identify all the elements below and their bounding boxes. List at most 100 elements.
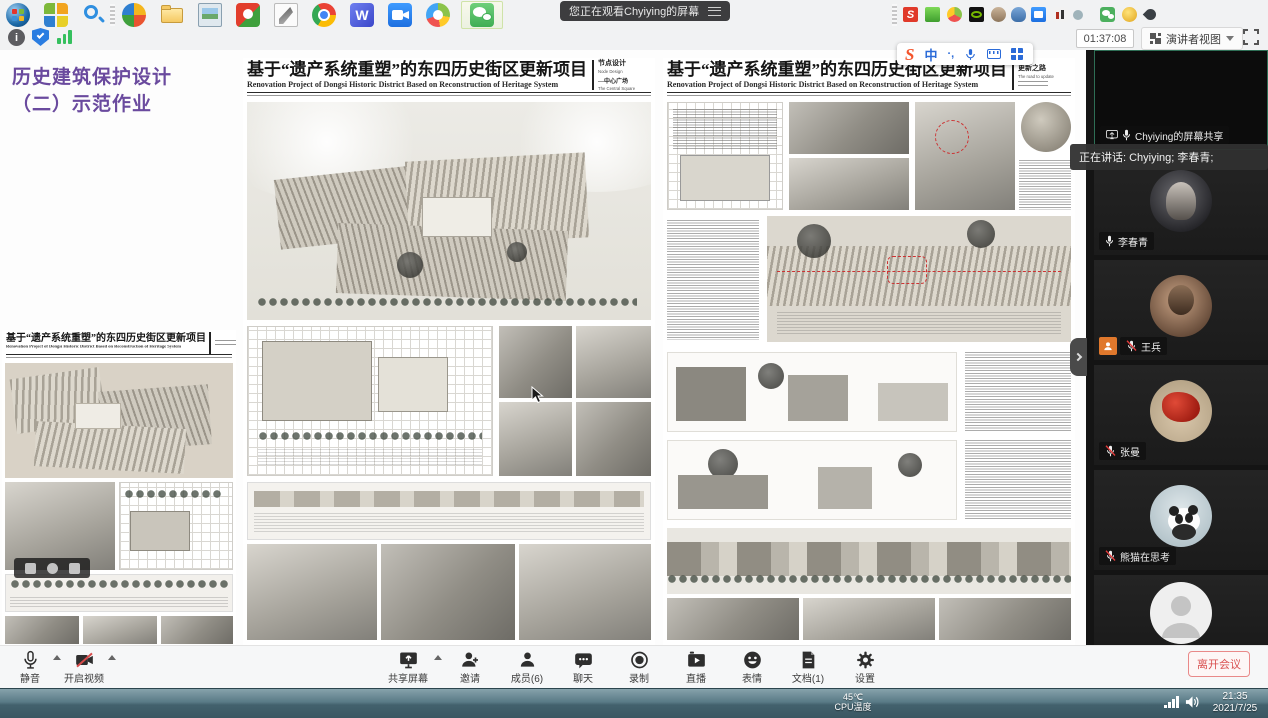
sogou-logo-icon[interactable]: S <box>905 46 914 63</box>
meeting-window: 您正在观看Chyiying的屏幕 i 01:37:08 演讲者视图 S 中 ·,… <box>0 0 1268 718</box>
tray-wechat-icon[interactable] <box>1100 7 1115 22</box>
start-video-button[interactable]: 开启视频 <box>56 648 112 686</box>
tray-meeting-icon[interactable] <box>1031 7 1046 22</box>
docs-button[interactable]: 文档(1) <box>780 648 836 686</box>
plaza <box>422 197 492 237</box>
fullscreen-button[interactable] <box>1243 29 1259 45</box>
taskbar-clock[interactable]: 21:35 2021/7/25 <box>1204 691 1266 715</box>
cpu-temp-widget[interactable]: 45℃ CPU温度 <box>818 692 888 712</box>
photo-viewer-icon[interactable] <box>198 3 222 27</box>
chat-button[interactable]: 聊天 <box>555 648 611 686</box>
tray-360-icon[interactable] <box>947 7 962 22</box>
participant-name: 熊猫在思考 <box>1120 549 1170 564</box>
ime-toolbar[interactable]: S 中 ·, <box>897 43 1033 65</box>
record-icon <box>629 650 650 670</box>
wps-icon[interactable]: W <box>350 3 374 27</box>
ime-keyboard-icon[interactable] <box>987 49 1001 59</box>
tray-shell-icon[interactable] <box>1011 7 1026 22</box>
invite-button[interactable]: 邀请 <box>442 648 498 686</box>
video-options-caret[interactable] <box>108 655 116 660</box>
trees <box>124 489 224 499</box>
wechat-icon[interactable] <box>470 3 494 27</box>
tray-misc-icon[interactable] <box>1073 10 1083 20</box>
record-button[interactable]: 录制 <box>611 648 667 686</box>
ime-language-toggle[interactable]: 中 <box>924 45 937 64</box>
text-column <box>667 220 759 340</box>
tag-cn: 节点设计 <box>598 58 642 68</box>
meeting-app-icon[interactable] <box>388 3 412 27</box>
tray-satellite-icon[interactable] <box>1144 7 1159 22</box>
tree <box>397 252 423 278</box>
bar1 <box>57 38 61 44</box>
banner-menu-icon[interactable] <box>708 7 721 16</box>
share-screen-icon <box>398 650 419 670</box>
live-button[interactable]: 直播 <box>668 648 724 686</box>
ime-mic-icon[interactable] <box>964 48 977 61</box>
lecture-title-line1: 历史建筑保护设计 <box>12 64 172 91</box>
participant-tile[interactable]: 李春青 <box>1094 155 1268 255</box>
participant-tile[interactable]: 熊猫在思考 <box>1094 470 1268 570</box>
ime-toolbox-icon[interactable] <box>1011 48 1023 60</box>
search-app-icon[interactable] <box>82 3 106 27</box>
members-button[interactable]: 成员(6) <box>499 648 555 686</box>
viewer-mini-toolbar[interactable] <box>14 558 90 578</box>
tag-en: Node Design <box>598 69 635 74</box>
share-screen-button[interactable]: 共享屏幕 <box>380 648 436 686</box>
pinwheel-app-icon[interactable] <box>122 3 146 27</box>
tray-expander[interactable] <box>892 4 897 26</box>
tray-network-icon[interactable] <box>1164 696 1180 708</box>
speaking-banner: 正在讲话: Chyiying; 李春青; <box>1070 144 1268 170</box>
avatar-figure <box>1162 392 1200 422</box>
render-photo <box>83 616 157 644</box>
meeting-info-icon[interactable]: i <box>8 29 25 46</box>
tray-monitor-icon[interactable] <box>1053 7 1068 22</box>
leave-meeting-button[interactable]: 离开会议 <box>1188 651 1250 677</box>
start-button[interactable] <box>6 3 30 27</box>
mic-icon <box>20 650 41 670</box>
tray-sogou-icon[interactable]: S <box>903 7 918 22</box>
grid-view-icon[interactable] <box>25 563 36 574</box>
render-photo <box>161 616 233 644</box>
emoji-button[interactable]: 表情 <box>724 648 780 686</box>
b <box>1164 705 1167 708</box>
annotation-box <box>887 256 927 284</box>
browser-360-icon[interactable] <box>426 3 450 27</box>
share-options-caret[interactable] <box>434 655 442 660</box>
participant-tile[interactable]: 王兵 <box>1094 260 1268 360</box>
tray-user-icon[interactable] <box>991 7 1006 22</box>
explorer-icon[interactable] <box>160 3 184 27</box>
layout-icon <box>1150 33 1161 44</box>
settings-button[interactable]: 设置 <box>837 648 893 686</box>
tray-usb-icon[interactable] <box>925 7 940 22</box>
view-mode-button[interactable]: 演讲者视图 <box>1141 27 1243 50</box>
poster-center: 基于“遗产系统重塑”的东四历史街区更新项目 Renovation Project… <box>243 58 655 645</box>
participant-tile[interactable] <box>1094 575 1268 645</box>
magnifier-ring <box>84 5 98 19</box>
invite-label: 邀请 <box>460 670 480 685</box>
notes-app-icon[interactable] <box>274 3 298 27</box>
tag-en: The road to update <box>1018 74 1054 79</box>
shield-check <box>36 31 44 39</box>
ime-punctuation-toggle[interactable]: ·, <box>947 48 954 60</box>
text-column <box>965 440 1071 520</box>
tray-volume-icon[interactable] <box>1185 695 1200 709</box>
watching-banner-text: 您正在观看Chyiying的屏幕 <box>569 3 699 19</box>
cam <box>1034 11 1043 18</box>
participant-tile[interactable]: 张曼 <box>1094 365 1268 465</box>
invite-person-icon <box>460 650 481 670</box>
tray-coin-icon[interactable] <box>1122 7 1137 22</box>
tree <box>967 220 995 248</box>
camera-icon[interactable] <box>69 563 80 574</box>
mute-button[interactable]: 静音 <box>2 648 58 686</box>
sogou-browser-icon[interactable] <box>44 3 68 27</box>
speaking-banner-text: 正在讲话: Chyiying; 李春青; <box>1079 149 1213 165</box>
map-app-icon[interactable] <box>236 3 260 27</box>
tray-s: S <box>907 9 914 21</box>
magnifier-handle <box>98 16 105 23</box>
timer-icon[interactable] <box>47 563 58 574</box>
participant-tile-screenshare[interactable]: Chyiying的屏幕共享 <box>1094 50 1268 150</box>
sidebar-collapse-handle[interactable] <box>1070 338 1087 376</box>
chrome-icon[interactable] <box>312 3 336 27</box>
bubble-small <box>482 13 492 21</box>
tray-nvidia-icon[interactable] <box>969 7 984 22</box>
